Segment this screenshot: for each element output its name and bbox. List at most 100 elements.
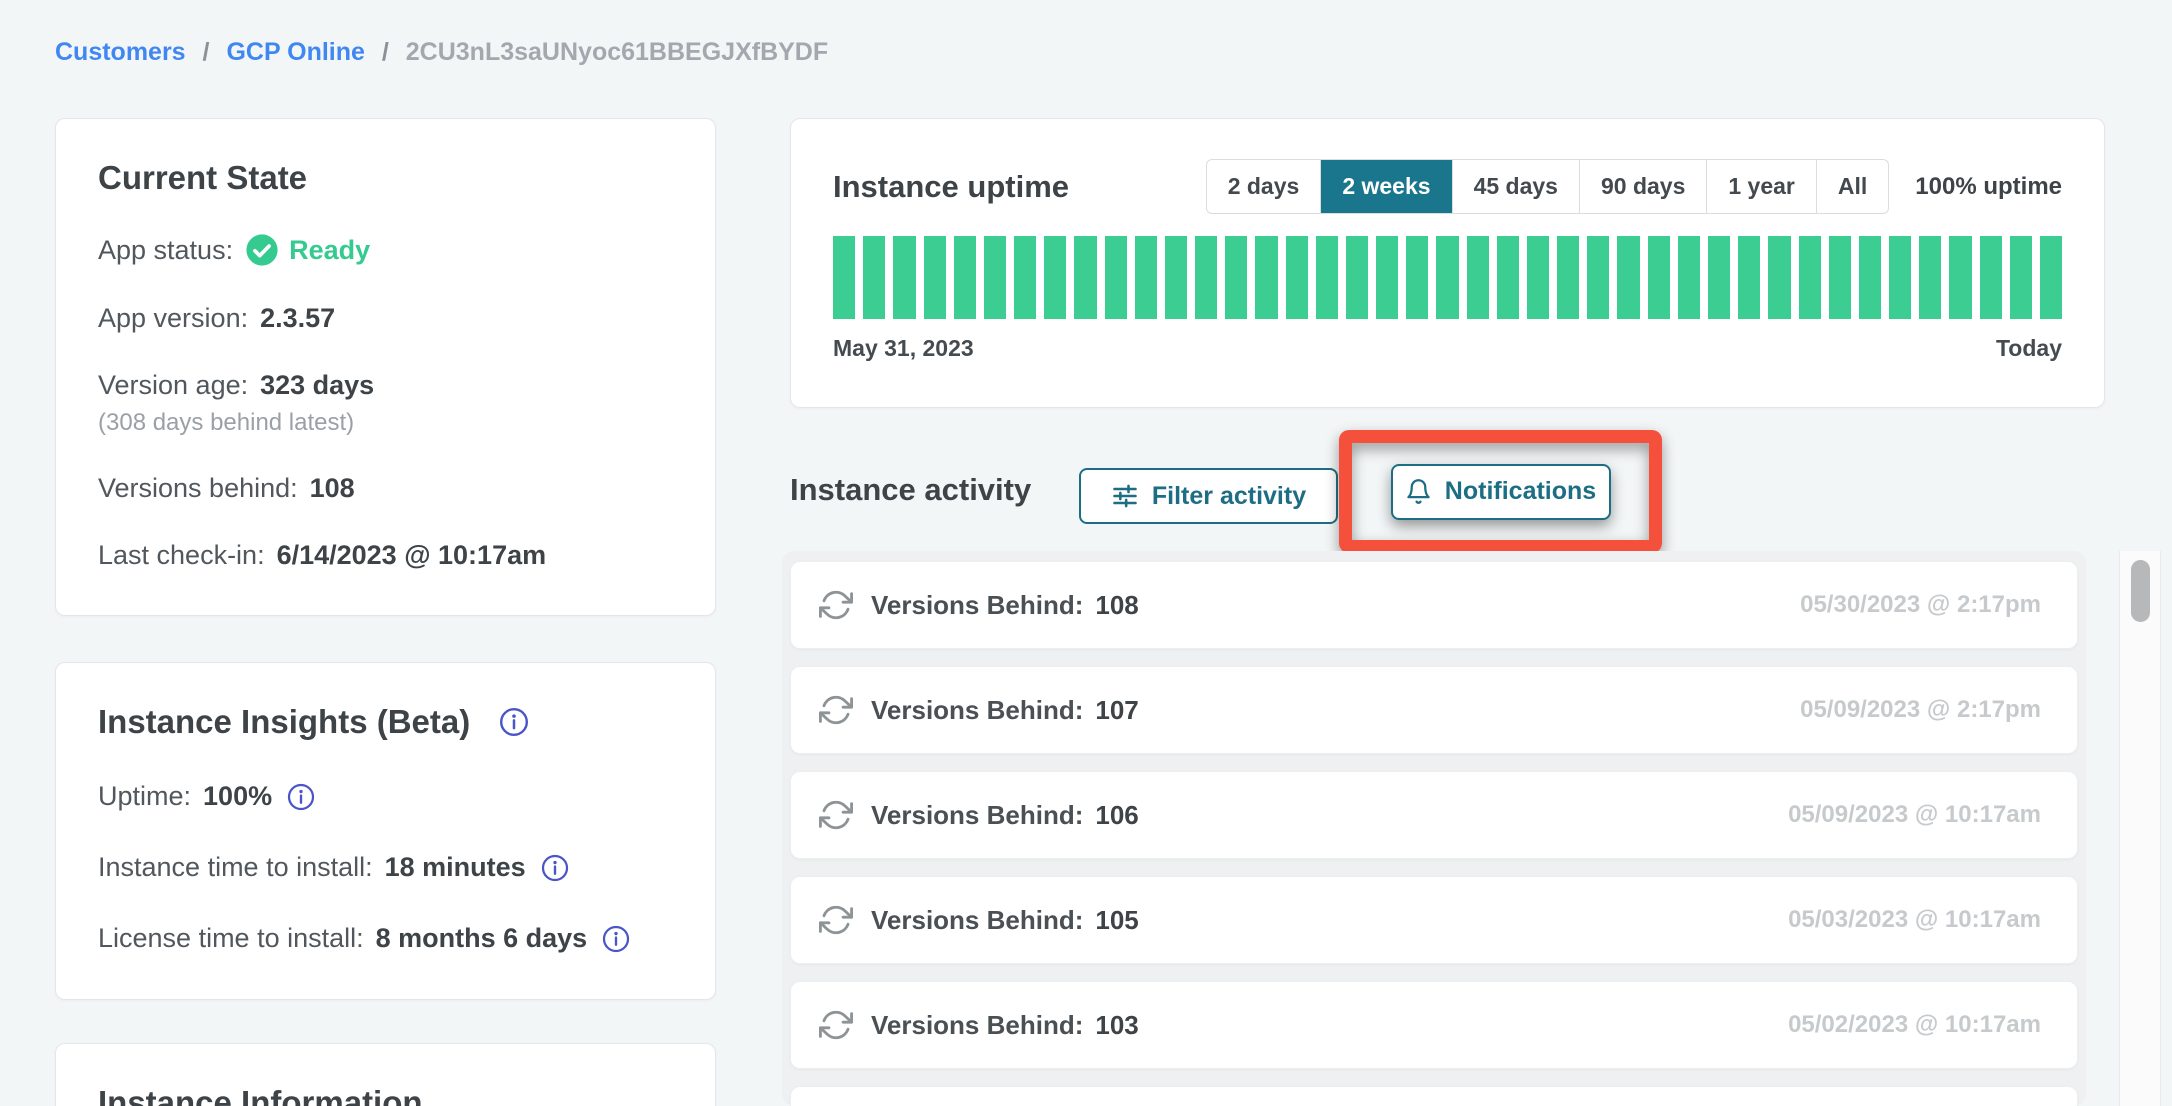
app-status-value: Ready [289, 235, 370, 266]
uptime-bar [1859, 236, 1881, 319]
instance-insights-card: Instance Insights (Beta) Uptime: 100% In… [55, 662, 716, 1000]
uptime-bar [1617, 236, 1639, 319]
activity-row[interactable]: Versions Behind: 107 05/09/2023 @ 2:17pm [790, 666, 2078, 754]
instance-install-value: 18 minutes [385, 852, 526, 883]
activity-row-value: 108 [1095, 590, 1138, 621]
instance-insights-title: Instance Insights (Beta) [98, 703, 470, 741]
uptime-summary: 100% uptime [1915, 173, 2062, 201]
uptime-bar [1829, 236, 1851, 319]
info-icon[interactable] [498, 706, 530, 738]
activity-row[interactable]: Versions Behind: 105 05/03/2023 @ 10:17a… [790, 876, 2078, 964]
breadcrumb-customers-link[interactable]: Customers [55, 38, 186, 66]
sync-icon [819, 588, 853, 622]
instance-install-row: Instance time to install: 18 minutes [98, 852, 673, 883]
tab-2-weeks[interactable]: 2 weeks [1320, 160, 1451, 213]
breadcrumb-instance-id: 2CU3nL3saUNyoc61BBEGJXfBYDF [406, 38, 828, 66]
scrollbar-thumb[interactable] [2131, 560, 2150, 622]
tab-1-year[interactable]: 1 year [1706, 160, 1816, 213]
uptime-bar [954, 236, 976, 319]
uptime-bar [1225, 236, 1247, 319]
uptime-bar [1135, 236, 1157, 319]
breadcrumb: Customers / GCP Online / 2CU3nL3saUNyoc6… [55, 38, 828, 67]
uptime-bar [1648, 236, 1670, 319]
uptime-bar [1467, 236, 1489, 319]
uptime-bar [1195, 236, 1217, 319]
uptime-bar [1919, 236, 1941, 319]
info-icon[interactable] [286, 782, 316, 812]
activity-row-timestamp: 05/02/2023 @ 10:17am [1788, 1011, 2041, 1039]
activity-row[interactable]: Versions Behind: 106 05/09/2023 @ 10:17a… [790, 771, 2078, 859]
uptime-end-date: Today [1996, 335, 2062, 362]
last-checkin-label: Last check-in: [98, 540, 265, 571]
scrollbar-track[interactable] [2119, 551, 2161, 1106]
instance-install-label: Instance time to install: [98, 852, 373, 883]
uptime-range-tabs: 2 days 2 weeks 45 days 90 days 1 year Al… [1206, 159, 1890, 214]
breadcrumb-gcp-online-link[interactable]: GCP Online [226, 38, 364, 66]
uptime-bar [1165, 236, 1187, 319]
uptime-bar [833, 236, 855, 319]
instance-uptime-card: Instance uptime 2 days 2 weeks 45 days 9… [790, 118, 2105, 408]
uptime-bar [1889, 236, 1911, 319]
sync-icon [819, 903, 853, 937]
uptime-bar [1105, 236, 1127, 319]
uptime-bar [1527, 236, 1549, 319]
filter-activity-label: Filter activity [1152, 482, 1306, 511]
uptime-bar-chart [833, 236, 2062, 319]
uptime-bar [1014, 236, 1036, 319]
app-status-label: App status: [98, 235, 233, 266]
uptime-bar [1436, 236, 1458, 319]
activity-row-partial[interactable] [790, 1086, 2078, 1106]
activity-row-value: 103 [1095, 1010, 1138, 1041]
app-status-row: App status: Ready [98, 233, 673, 267]
version-age-value: 323 days [260, 370, 374, 401]
uptime-bar [1346, 236, 1368, 319]
uptime-start-date: May 31, 2023 [833, 335, 974, 362]
sync-icon [819, 1008, 853, 1042]
uptime-bar [863, 236, 885, 319]
uptime-bar [1316, 236, 1338, 319]
activity-row-timestamp: 05/09/2023 @ 10:17am [1788, 801, 2041, 829]
instance-information-title: Instance Information [98, 1084, 673, 1106]
license-install-value: 8 months 6 days [376, 923, 588, 954]
uptime-bar [1587, 236, 1609, 319]
license-install-label: License time to install: [98, 923, 364, 954]
instance-uptime-title: Instance uptime [833, 169, 1069, 205]
activity-row-timestamp: 05/09/2023 @ 2:17pm [1800, 696, 2041, 724]
tab-2-days[interactable]: 2 days [1207, 160, 1321, 213]
activity-row-timestamp: 05/03/2023 @ 10:17am [1788, 906, 2041, 934]
uptime-bar [893, 236, 915, 319]
uptime-bar [2010, 236, 2032, 319]
uptime-bar [1376, 236, 1398, 319]
tab-90-days[interactable]: 90 days [1579, 160, 1706, 213]
breadcrumb-separator: / [382, 38, 389, 66]
versions-behind-row: Versions behind: 108 [98, 473, 673, 504]
uptime-bar [2040, 236, 2062, 319]
uptime-bar [1799, 236, 1821, 319]
insights-uptime-row: Uptime: 100% [98, 781, 673, 812]
check-circle-icon [245, 233, 279, 267]
app-version-value[interactable]: 2.3.57 [260, 303, 335, 334]
activity-row-label: Versions Behind: [871, 695, 1083, 726]
tab-all[interactable]: All [1816, 160, 1888, 213]
activity-row[interactable]: Versions Behind: 103 05/02/2023 @ 10:17a… [790, 981, 2078, 1069]
activity-row[interactable]: Versions Behind: 108 05/30/2023 @ 2:17pm [790, 561, 2078, 649]
last-checkin-value: 6/14/2023 @ 10:17am [277, 540, 547, 571]
activity-row-value: 105 [1095, 905, 1138, 936]
info-icon[interactable] [601, 924, 631, 954]
uptime-bar [1406, 236, 1428, 319]
tab-45-days[interactable]: 45 days [1452, 160, 1579, 213]
versions-behind-label: Versions behind: [98, 473, 298, 504]
sync-icon [819, 798, 853, 832]
uptime-bar [1286, 236, 1308, 319]
activity-row-value: 106 [1095, 800, 1138, 831]
license-install-row: License time to install: 8 months 6 days [98, 923, 673, 954]
instance-activity-list: Versions Behind: 108 05/30/2023 @ 2:17pm… [782, 551, 2086, 1106]
breadcrumb-separator: / [203, 38, 210, 66]
notifications-button[interactable]: Notifications [1391, 464, 1611, 520]
uptime-bar [1497, 236, 1519, 319]
uptime-bar [1768, 236, 1790, 319]
instance-information-card: Instance Information [55, 1043, 716, 1106]
info-icon[interactable] [540, 853, 570, 883]
filter-activity-button[interactable]: Filter activity [1079, 468, 1338, 524]
uptime-bar [1074, 236, 1096, 319]
